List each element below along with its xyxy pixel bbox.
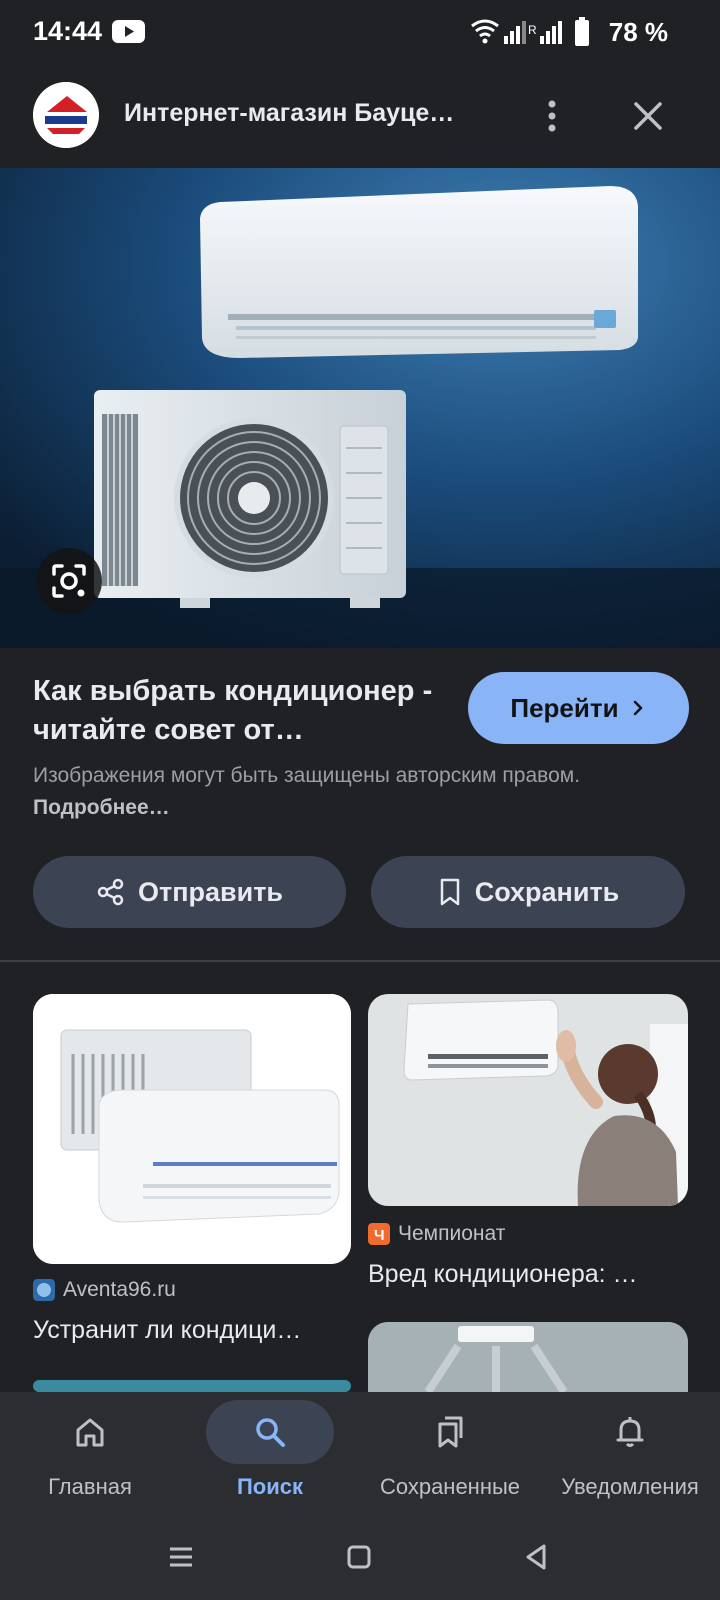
wifi-icon <box>471 19 499 44</box>
battery-percent: 78 % <box>608 17 668 47</box>
related-source-2[interactable]: Ч Чемпионат <box>368 1222 505 1246</box>
goto-button[interactable]: Перейти <box>468 672 689 744</box>
youtube-icon <box>112 20 145 43</box>
copyright-notice: Изображения могут быть защищены авторски… <box>33 760 653 824</box>
related-image-1-graphic <box>33 994 351 1264</box>
related-source-1[interactable]: Aventa96.ru <box>33 1278 176 1302</box>
nav-search-icon-container <box>206 1400 334 1464</box>
status-time: 14:44 <box>33 16 103 46</box>
related-source-2-name: Чемпионат <box>398 1222 506 1245</box>
result-image[interactable] <box>0 168 720 648</box>
more-vert-icon[interactable] <box>530 94 574 138</box>
site-logo[interactable] <box>33 82 99 148</box>
google-lens-button[interactable] <box>36 548 102 614</box>
nav-search[interactable]: Поиск <box>180 1392 360 1520</box>
nav-notifications-label: Уведомления <box>561 1474 699 1499</box>
bottom-navigation: Главная Поиск Сохраненные Уведомления <box>0 1392 720 1520</box>
svg-text:Ч: Ч <box>374 1227 385 1244</box>
share-icon <box>97 878 124 906</box>
recent-apps-icon[interactable] <box>166 1542 196 1572</box>
related-image-2-graphic <box>368 994 688 1206</box>
signal-status-icons: R <box>471 17 589 46</box>
home-button-icon[interactable] <box>344 1542 374 1572</box>
related-title-1[interactable]: Устранит ли кондици… <box>33 1316 301 1345</box>
more-info-link[interactable]: Подробнее… <box>33 796 170 819</box>
air-conditioner-image <box>0 168 720 648</box>
roaming-signal-icon: R <box>528 21 562 44</box>
related-image-3[interactable] <box>33 1380 351 1392</box>
nav-home-label: Главная <box>48 1474 132 1499</box>
related-image-4-graphic <box>368 1322 688 1392</box>
goto-button-label: Перейти <box>510 692 619 723</box>
battery-icon <box>575 17 589 46</box>
search-icon <box>256 1418 285 1447</box>
chevron-right-icon <box>633 700 642 716</box>
home-icon <box>76 1418 104 1447</box>
bookmark-icon <box>440 878 459 906</box>
save-button[interactable]: Сохранить <box>371 856 685 928</box>
copyright-text: Изображения могут быть защищены авторски… <box>33 764 581 787</box>
nav-home[interactable]: Главная <box>0 1392 180 1520</box>
nav-notifications[interactable]: Уведомления <box>540 1392 720 1520</box>
nav-saved-label: Сохраненные <box>379 1474 521 1499</box>
share-button[interactable]: Отправить <box>33 856 346 928</box>
share-button-label: Отправить <box>137 876 284 907</box>
nav-saved[interactable]: Сохраненные <box>360 1392 540 1520</box>
header-title[interactable]: Интернет-магазин Бауце… <box>124 99 454 128</box>
nav-search-label: Поиск <box>236 1474 304 1499</box>
site-logo-graphic <box>33 82 99 148</box>
back-icon[interactable] <box>522 1542 552 1572</box>
lens-icon <box>52 564 86 598</box>
related-image-1[interactable] <box>33 994 351 1264</box>
svg-text:R: R <box>528 23 537 37</box>
signal-icon <box>504 21 526 44</box>
result-title[interactable]: Как выбрать кондиционер - читайте совет … <box>33 672 453 750</box>
championat-favicon-icon: Ч <box>368 1223 390 1245</box>
save-button-label: Сохранить <box>474 876 620 907</box>
collections-icon <box>438 1416 463 1448</box>
related-image-4[interactable] <box>368 1322 688 1392</box>
related-source-1-name: Aventa96.ru <box>63 1278 176 1301</box>
nav-home-icon-container <box>26 1400 154 1464</box>
system-navigation-bar <box>0 1520 720 1600</box>
nav-saved-icon-container <box>386 1400 514 1464</box>
status-bar: 14:44 R 78 % <box>0 0 720 66</box>
bell-icon <box>616 1417 644 1447</box>
close-icon[interactable] <box>626 94 670 138</box>
section-divider <box>0 960 720 962</box>
nav-notifications-icon-container <box>566 1400 694 1464</box>
viewer-header: Интернет-магазин Бауце… <box>0 66 720 168</box>
aventa-favicon-icon <box>33 1279 55 1301</box>
related-title-2[interactable]: Вред кондиционера: … <box>368 1260 638 1289</box>
related-image-2[interactable] <box>368 994 688 1206</box>
